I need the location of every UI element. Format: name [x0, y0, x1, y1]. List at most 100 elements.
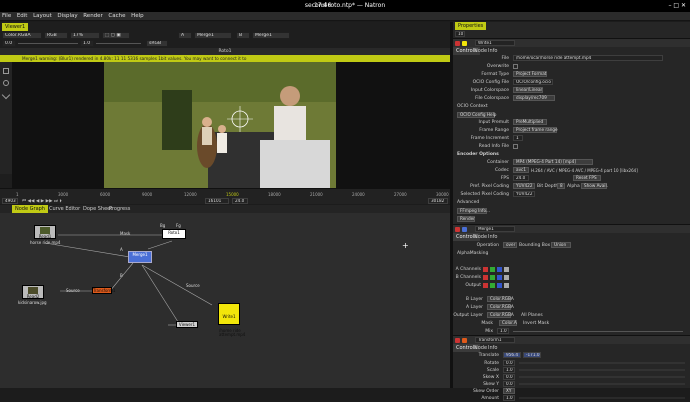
node-read1[interactable]: Read1	[34, 225, 56, 239]
frame-increment-field[interactable]: 1	[513, 135, 523, 141]
close-icon[interactable]	[455, 41, 460, 46]
tab-curve-editor[interactable]: Curve Editor	[46, 205, 83, 213]
menu-cache[interactable]: Cache	[106, 12, 127, 20]
scale-field[interactable]: 1.0	[503, 367, 515, 373]
skew-x-field[interactable]: 0.0	[503, 374, 515, 380]
menu-file[interactable]: File	[0, 12, 13, 20]
b-layer-select[interactable]: Color.RGBA	[487, 296, 514, 302]
zoom-select[interactable]: 17%	[70, 32, 100, 39]
fps-field[interactable]: 24.0	[232, 198, 248, 204]
transform1-panel-header[interactable]: Transform1	[453, 335, 690, 344]
transform-sliders[interactable]	[519, 360, 685, 402]
pixel-coding-select[interactable]: YUV422	[513, 183, 535, 189]
container-select[interactable]: MP4 (MPEG-4 Part 14) [mp4]	[513, 159, 593, 165]
close-icon[interactable]	[455, 227, 460, 232]
node-roto1[interactable]: Roto1	[162, 229, 186, 239]
skew-y-field[interactable]: 0.0	[503, 381, 515, 387]
lut-select[interactable]: sRGB	[146, 40, 168, 47]
read-info-checkbox[interactable]	[513, 144, 518, 149]
write1-name-field[interactable]: Write1	[475, 40, 515, 46]
select-tool-icon[interactable]	[3, 68, 9, 74]
gamma-value[interactable]: 1.0	[80, 40, 94, 47]
channel-checkboxes[interactable]	[483, 267, 513, 289]
format-type-select[interactable]: Project Format	[513, 71, 547, 77]
node-transform1[interactable]: Transform1	[92, 287, 115, 294]
show-avail-button[interactable]: Show Avail.	[581, 183, 608, 189]
menu-edit[interactable]: Edit	[15, 12, 30, 20]
bbox-select[interactable]: Union	[551, 242, 571, 248]
reset-fps-button[interactable]: Reset FPS	[573, 175, 601, 181]
close-icon[interactable]	[455, 338, 460, 343]
fps-field[interactable]: 24.0	[513, 175, 529, 181]
mix-field[interactable]: 1.0	[497, 328, 509, 334]
skew-order-select[interactable]: XY	[503, 388, 515, 394]
timeline-ruler[interactable]: 1 3000 6000 9000 12000 15000 18000 21000 24000 27…	[12, 190, 450, 197]
menu-layout[interactable]: Layout	[31, 12, 54, 20]
menu-render[interactable]: Render	[81, 12, 105, 20]
end-frame-field[interactable]: 30182	[428, 198, 448, 204]
channels-select[interactable]: RGB	[44, 32, 68, 39]
overwrite-checkbox[interactable]	[513, 64, 518, 69]
bit-depth-select[interactable]: 8	[557, 183, 565, 189]
a-layer-select[interactable]: Color.RGBA	[487, 304, 514, 310]
translate-y-field[interactable]: -171.0	[523, 352, 541, 358]
frame-range-select[interactable]: Project frame range	[513, 127, 558, 133]
gain-value[interactable]: 0.0	[2, 40, 16, 47]
playback-controls[interactable]: ⏮ ◀◀ ◀ ▶ ▶▶ ⏭ ⏵	[22, 198, 222, 204]
amount-field[interactable]: 1.0	[503, 395, 515, 401]
input-a-select[interactable]: A	[178, 32, 192, 39]
node-color-icon[interactable]	[462, 338, 467, 343]
mix-slider[interactable]	[513, 331, 683, 332]
node-canvas[interactable]: Read1 horse ride.mp4 Bg Fg Roto1 Mask Me…	[0, 213, 450, 388]
input-b-node-select[interactable]: Merge1	[252, 32, 290, 39]
color-space-select[interactable]: Color.RGBA	[2, 32, 42, 39]
node-viewer1[interactable]: Viewer1	[176, 321, 198, 328]
proxy-toggle[interactable]: ⬚ ▢ ▣	[102, 32, 130, 39]
tab-properties[interactable]: Properties	[455, 22, 487, 30]
file-colorspace-select[interactable]: display/rec709	[513, 95, 555, 101]
transform1-tab-info[interactable]: Info	[485, 344, 500, 352]
tab-progress[interactable]: Progress	[106, 205, 133, 213]
transform1-name-field[interactable]: Transform1	[475, 337, 515, 343]
gamma-slider[interactable]	[96, 43, 141, 44]
window-controls[interactable]: – □ ✕	[668, 2, 686, 9]
max-panels-field[interactable]: 10	[455, 31, 465, 37]
input-premult-select[interactable]: PreMultiplied	[513, 119, 547, 125]
node-color-icon[interactable]	[462, 41, 467, 46]
codec-select[interactable]: avc1	[513, 167, 529, 173]
frame-field[interactable]: 4903	[2, 198, 18, 204]
input-a-node-select[interactable]: Merge1	[194, 32, 232, 39]
node-write1[interactable]: Write1 /home ride attempt.mp4	[218, 303, 245, 337]
mask-select[interactable]: Color.A	[499, 320, 517, 326]
input-colorspace-select[interactable]: linear/Linear	[513, 87, 543, 93]
write1-file-field[interactable]: /home/ocar/horse ride attempt.mp4	[513, 55, 663, 61]
output-layer-select[interactable]: Color.RGBA	[487, 312, 514, 318]
render-button[interactable]: Render	[457, 216, 475, 222]
merge1-name-field[interactable]: Merge1	[475, 226, 515, 232]
tab-viewer1[interactable]: Viewer1	[2, 23, 29, 31]
current-frame-field[interactable]: 16101	[205, 198, 229, 204]
merge1-panel-header[interactable]: Merge1	[453, 224, 690, 233]
node-read2[interactable]: Read2	[22, 285, 44, 299]
ocio-config-field[interactable]: OCIO/config.ocio	[513, 79, 553, 85]
write1-panel-header[interactable]: Write1	[453, 38, 690, 47]
input-b-select[interactable]: B	[236, 32, 250, 39]
all-planes-label[interactable]: All Planes	[521, 313, 543, 318]
gain-slider[interactable]	[18, 43, 78, 44]
translate-x-field[interactable]: 956.4	[503, 352, 521, 358]
ocio-config-help-button[interactable]: OCIO Config Help	[457, 112, 496, 118]
node-color-icon[interactable]	[462, 227, 467, 232]
invert-mask-label[interactable]: Invert Mask	[523, 321, 549, 326]
advanced-section[interactable]: Advanced	[457, 200, 479, 205]
viewport[interactable]	[12, 62, 450, 196]
selected-pixel-coding-field[interactable]: YUV422	[513, 191, 535, 197]
tab-node-graph[interactable]: Node Graph	[12, 205, 48, 213]
merge1-tab-info[interactable]: Info	[485, 233, 500, 241]
rotate-field[interactable]: 0.0	[503, 360, 515, 366]
ffmpeg-info-button[interactable]: FFmpeg Info...	[457, 208, 490, 214]
menu-display[interactable]: Display	[55, 12, 79, 20]
operation-select[interactable]: over	[503, 242, 517, 248]
bezier-tool-icon[interactable]	[1, 90, 11, 100]
write1-tab-info[interactable]: Info	[485, 47, 500, 55]
menu-help[interactable]: Help	[129, 12, 146, 20]
